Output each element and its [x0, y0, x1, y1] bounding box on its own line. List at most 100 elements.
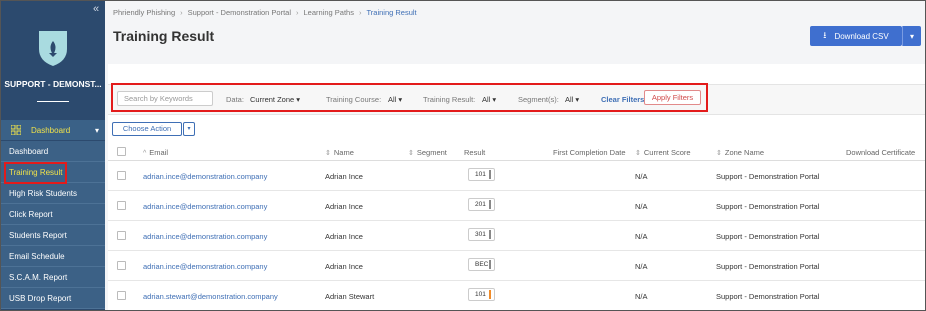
chevron-down-icon: ▾ — [94, 125, 99, 135]
name-cell: Adrian Ince — [325, 172, 363, 181]
row-checkbox[interactable] — [117, 171, 126, 180]
email-link[interactable]: adrian.ince@demonstration.company — [143, 202, 267, 211]
sidebar-item-high-risk-students[interactable]: High Risk Students — [1, 183, 105, 204]
column-header-result: Result — [464, 148, 486, 157]
email-link[interactable]: adrian.ince@demonstration.company — [143, 172, 267, 181]
sidebar-item-email-schedule[interactable]: Email Schedule — [1, 246, 105, 267]
column-header-email[interactable]: ^ Email — [143, 148, 168, 157]
result-label: BEC — [475, 261, 489, 268]
sidebar-item-click-report[interactable]: Click Report — [1, 204, 105, 225]
result-label: 101 — [475, 291, 486, 298]
select-all-checkbox[interactable] — [117, 147, 126, 156]
zone-cell: Support - Demonstration Portal — [716, 172, 820, 181]
column-header-name[interactable]: ⇕ Name — [325, 148, 354, 157]
row-checkbox[interactable] — [117, 231, 126, 240]
download-options-button[interactable]: ▾ — [902, 26, 921, 46]
column-header-label: Current Score — [643, 148, 691, 157]
score-cell: N/A — [635, 172, 648, 181]
column-header-label: Segment — [416, 148, 447, 157]
result-label: 301 — [475, 231, 486, 238]
sort-icon: ⇕ — [635, 150, 641, 157]
sidebar-item-dashboard[interactable]: Dashboard — [1, 141, 105, 162]
app-window: « SUPPORT - DEMONST... Dashboard ▾ Dashb… — [0, 0, 926, 311]
column-header-label: Zone Name — [724, 148, 765, 157]
sort-icon: ⇕ — [408, 150, 414, 157]
row-checkbox[interactable] — [117, 261, 126, 270]
result-indicator — [489, 290, 491, 299]
table-row: adrian.ince@demonstration.company Adrian… — [108, 191, 925, 221]
score-cell: N/A — [635, 262, 648, 271]
divider — [37, 101, 69, 102]
collapse-sidebar-icon[interactable]: « — [93, 3, 99, 15]
result-label: 101 — [475, 171, 486, 178]
name-cell: Adrian Stewart — [325, 292, 375, 301]
result-badge[interactable]: 101 — [468, 288, 495, 301]
sidebar-item-scam-report[interactable]: S.C.A.M. Report — [1, 267, 105, 288]
column-header-segment[interactable]: ⇕ Segment — [408, 148, 447, 157]
grid-icon — [11, 125, 21, 135]
highlight-box — [4, 162, 67, 184]
breadcrumb-item[interactable]: Phriendly Phishing — [113, 8, 175, 17]
highlight-box — [111, 83, 708, 112]
sidebar: « SUPPORT - DEMONST... Dashboard ▾ Dashb… — [1, 1, 105, 310]
zone-cell: Support - Demonstration Portal — [716, 202, 820, 211]
column-header-label: Email — [149, 148, 169, 157]
column-header-download-certificate: Download Certificate — [846, 148, 916, 157]
breadcrumb-item[interactable]: Learning Paths — [304, 8, 354, 17]
sidebar-section-dashboard[interactable]: Dashboard ▾ — [1, 120, 105, 140]
result-badge[interactable]: 201 — [468, 198, 495, 211]
name-cell: Adrian Ince — [325, 232, 363, 241]
email-link[interactable]: adrian.stewart@demonstration.company — [143, 292, 278, 301]
column-header-first-completion: First Completion Date — [553, 148, 626, 157]
column-header-current-score[interactable]: ⇕ Current Score — [635, 148, 691, 157]
zone-cell: Support - Demonstration Portal — [716, 292, 820, 301]
result-indicator — [489, 230, 491, 239]
breadcrumb-current: Training Result — [366, 8, 417, 17]
result-badge[interactable]: 101 — [468, 168, 495, 181]
email-link[interactable]: adrian.ince@demonstration.company — [143, 262, 267, 271]
choose-action-button[interactable]: Choose Action — [112, 122, 182, 136]
table-row: adrian.ince@demonstration.company Adrian… — [108, 251, 925, 281]
chevron-right-icon: › — [358, 8, 362, 17]
choose-action-caret[interactable]: ▾ — [183, 122, 195, 136]
breadcrumb-item[interactable]: Support - Demonstration Portal — [188, 8, 291, 17]
chevron-right-icon: › — [296, 8, 299, 17]
name-cell: Adrian Ince — [325, 262, 363, 271]
column-header-zone-name[interactable]: ⇕ Zone Name — [716, 148, 764, 157]
result-badge[interactable]: 301 — [468, 228, 495, 241]
result-indicator — [489, 260, 491, 269]
download-icon: ⭳ — [823, 30, 827, 40]
column-header-label: Name — [333, 148, 354, 157]
shield-fish-icon — [39, 31, 67, 66]
name-cell: Adrian Ince — [325, 202, 363, 211]
sort-icon: ⇕ — [325, 150, 331, 157]
sort-icon: ^ — [143, 150, 147, 157]
results-panel: Search by Keywords Data: Current Zone ▾ … — [108, 64, 925, 310]
breadcrumb: Phriendly Phishing › Support - Demonstrati… — [113, 8, 417, 17]
sidebar-item-usb-drop-report[interactable]: USB Drop Report — [1, 288, 105, 309]
download-csv-label: Download CSV — [834, 31, 889, 41]
score-cell: N/A — [635, 232, 648, 241]
score-cell: N/A — [635, 202, 648, 211]
sidebar-item-students-report[interactable]: Students Report — [1, 225, 105, 246]
zone-cell: Support - Demonstration Portal — [716, 262, 820, 271]
result-indicator — [489, 200, 491, 209]
score-cell: N/A — [635, 292, 648, 301]
result-badge[interactable]: BEC — [468, 258, 495, 271]
result-label: 201 — [475, 201, 486, 208]
main-content: Phriendly Phishing › Support - Demonstrati… — [105, 1, 925, 310]
table-header: ^ Email ⇕ Name ⇕ Segment Result First Compl… — [108, 143, 925, 161]
download-csv-button[interactable]: ⭳ Download CSV — [810, 26, 902, 46]
row-checkbox[interactable] — [117, 201, 126, 210]
table-row: adrian.stewart@demonstration.company Adr… — [108, 281, 925, 310]
table-row: adrian.ince@demonstration.company Adrian… — [108, 221, 925, 251]
sidebar-section-label: Dashboard — [31, 125, 71, 135]
result-indicator — [489, 170, 491, 179]
page-title: Training Result — [113, 28, 215, 44]
zone-cell: Support - Demonstration Portal — [716, 232, 820, 241]
sort-icon: ⇕ — [716, 150, 722, 157]
row-checkbox[interactable] — [117, 291, 126, 300]
table-row: adrian.ince@demonstration.company Adrian… — [108, 161, 925, 191]
email-link[interactable]: adrian.ince@demonstration.company — [143, 232, 267, 241]
org-name: SUPPORT - DEMONST... — [4, 79, 102, 89]
